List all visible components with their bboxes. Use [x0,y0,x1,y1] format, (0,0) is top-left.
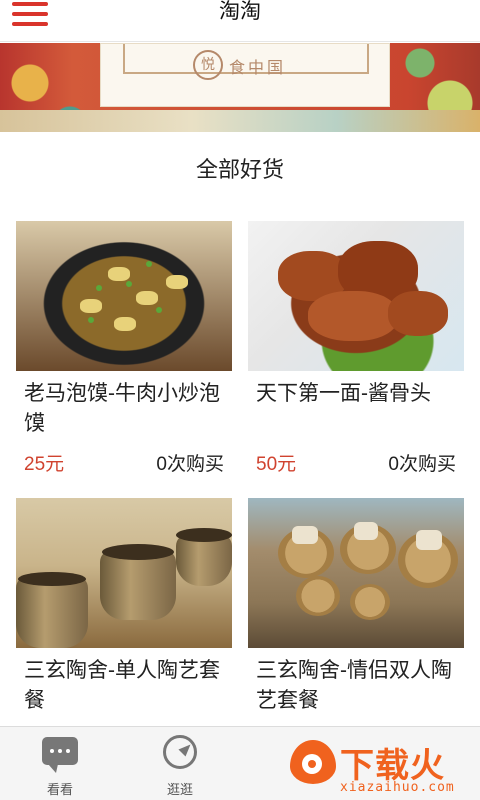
product-card-2[interactable]: 天下第一面-酱骨头 50元 0次购买 [248,221,464,481]
product-sold-count: 0次购买 [388,454,456,475]
tab-look[interactable]: 看看 [10,727,110,800]
banner-logo-icon: 悦 [193,50,223,80]
watermark: 下载火 xiazaihuo.com [284,736,480,800]
product-image [248,498,464,648]
banner-food-strip [0,110,480,132]
product-name: 老马泡馍-牛肉小炒泡馍 [24,382,220,435]
product-card-3[interactable]: 三玄陶舍-单人陶艺套餐 [16,498,232,726]
tab-label: 逛逛 [166,782,193,797]
promo-banner[interactable]: 悦 食中国 [0,43,480,132]
product-price: 25元 [24,454,65,475]
watermark-url: xiazaihuo.com [340,780,455,795]
banner-text: 食中国 [229,58,287,77]
product-image [248,221,464,371]
product-price: 50元 [256,454,297,475]
compass-icon [163,735,197,769]
banner-card: 悦 食中国 [100,43,390,107]
page-title: 淘淘 [219,0,261,23]
section-title: 全部好货 [195,157,284,182]
chat-bubble-icon [42,737,78,773]
product-name: 三玄陶舍-单人陶艺套餐 [24,659,220,712]
product-sold-count: 0次购买 [156,454,224,475]
product-image [16,221,232,371]
product-name: 三玄陶舍-情侣双人陶艺套餐 [256,659,452,712]
product-card-1[interactable]: 老马泡馍-牛肉小炒泡馍 25元 0次购买 [16,221,232,481]
tab-browse[interactable]: 逛逛 [130,727,230,800]
tab-label: 看看 [46,782,73,797]
product-card-4[interactable]: 三玄陶舍-情侣双人陶艺套餐 [248,498,464,726]
watermark-flame-icon [290,740,340,786]
product-image [16,498,232,648]
product-name: 天下第一面-酱骨头 [256,382,431,405]
app-header: 淘淘 [0,0,480,42]
